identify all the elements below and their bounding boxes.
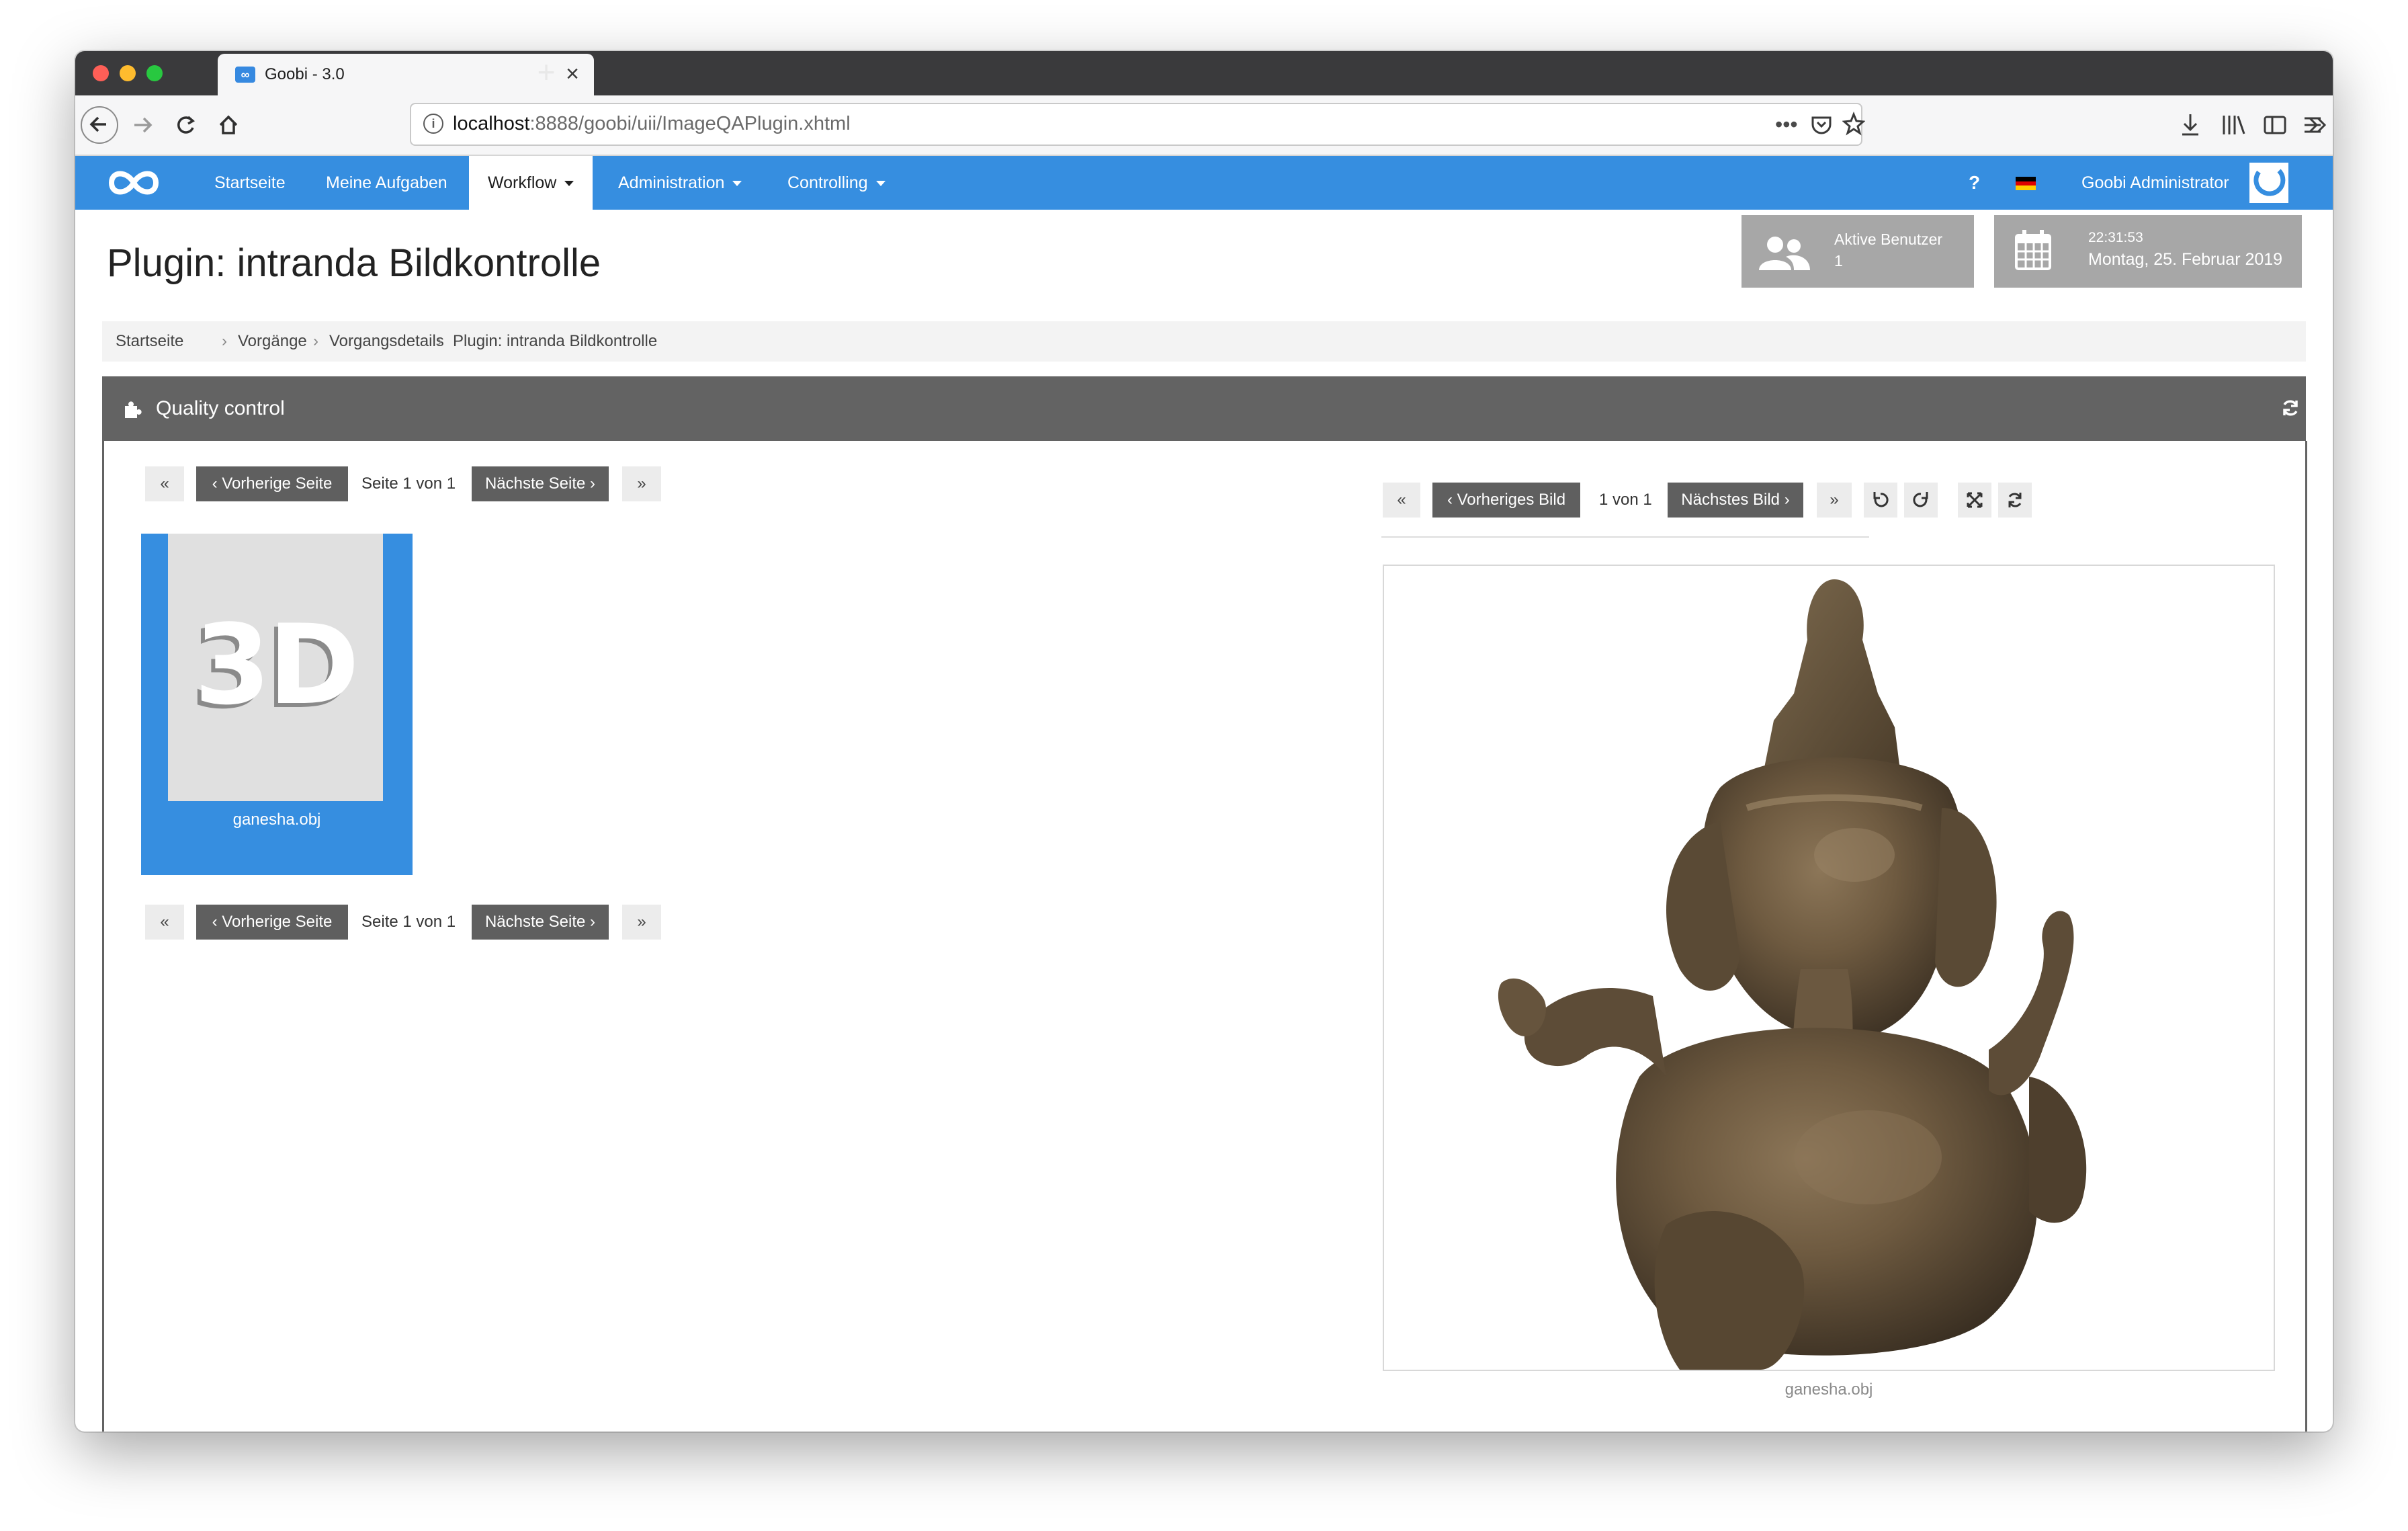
breadcrumb-vorgaenge[interactable]: Vorgänge [238, 321, 307, 362]
active-users-box[interactable]: Aktive Benutzer 1 [1742, 215, 1974, 288]
bookmark-star-icon[interactable] [1842, 110, 1866, 147]
next-page-button-bottom[interactable]: Nächste Seite › [472, 905, 609, 940]
previous-image-button[interactable]: ‹ Vorheriges Bild [1432, 483, 1580, 518]
nav-administration[interactable]: Administration [618, 156, 742, 210]
forward-button[interactable] [124, 106, 161, 144]
reload-icon [177, 116, 196, 134]
thumbnail-card[interactable]: 3D ganesha.obj [141, 534, 413, 875]
browser-toolbar: i localhost:8888/goobi/uii/ImageQAPlugin… [75, 95, 2333, 156]
thumbnail-filename: ganesha.obj [232, 811, 321, 829]
pocket-icon[interactable] [1810, 110, 1833, 147]
user-menu[interactable]: Goobi Administrator [2081, 156, 2229, 210]
tab-strip: ∞ Goobi - 3.0 × + [75, 51, 2333, 95]
sidebar-icon[interactable] [2262, 109, 2288, 150]
breadcrumb: Startseite › Vorgänge › Vorgangsdetails … [102, 321, 2306, 362]
rotate-right-button[interactable] [1904, 483, 1938, 518]
breadcrumb-separator-icon: › [313, 332, 318, 350]
last-page-button-bottom[interactable]: » [622, 905, 661, 940]
3d-badge-icon: 3D [194, 601, 359, 729]
page-title: Plugin: intranda Bildkontrolle [107, 241, 601, 285]
browser-window: ∞ Goobi - 3.0 × + i localhost:8888/goobi… [75, 51, 2333, 1432]
minimize-window-button[interactable] [120, 65, 136, 81]
nav-workflow[interactable]: Workflow [469, 156, 593, 210]
active-users-count: 1 [1834, 252, 1843, 270]
page-status: Seite 1 von 1 [361, 474, 456, 493]
last-page-button[interactable]: » [622, 466, 661, 501]
breadcrumb-vorgangsdetails[interactable]: Vorgangsdetails [329, 321, 444, 362]
active-users-label: Aktive Benutzer [1834, 231, 1943, 248]
breadcrumb-startseite[interactable]: Startseite [116, 321, 183, 362]
library-icon[interactable] [2220, 109, 2247, 150]
next-image-button[interactable]: Nächstes Bild › [1668, 483, 1803, 518]
chevron-down-icon [732, 181, 742, 187]
app-navbar: Startseite Meine Aufgaben Workflow Admin… [75, 156, 2333, 210]
url-path: :8888/goobi/uii/ImageQAPlugin.xhtml [529, 113, 851, 134]
user-avatar-icon [2251, 164, 2287, 202]
avatar[interactable] [2249, 163, 2288, 203]
page-actions-icon[interactable]: ••• [1775, 110, 1798, 139]
breadcrumb-separator-icon: › [222, 332, 227, 350]
quality-control-panel-header: Quality control [102, 376, 2306, 441]
url-host: localhost [453, 113, 530, 134]
close-window-button[interactable] [93, 65, 109, 81]
arrow-right-icon [134, 117, 153, 133]
first-page-button-bottom[interactable]: « [145, 905, 184, 940]
nav-controlling-label: Controlling [787, 173, 868, 192]
back-button[interactable] [81, 106, 118, 144]
url-text[interactable]: localhost:8888/goobi/uii/ImageQAPlugin.x… [453, 113, 851, 135]
zoom-window-button[interactable] [146, 65, 163, 81]
viewer-divider [1381, 536, 1869, 538]
last-image-button[interactable]: » [1817, 483, 1852, 518]
breadcrumb-current: Plugin: intranda Bildkontrolle [453, 332, 658, 350]
refresh-icon[interactable] [2280, 398, 2300, 418]
clock-box: 22:31:53 Montag, 25. Februar 2019 [1994, 215, 2302, 288]
home-button[interactable] [210, 106, 247, 144]
panel-title: Quality control [156, 397, 285, 419]
new-tab-button[interactable]: + [523, 51, 570, 95]
arrow-left-icon [89, 116, 106, 132]
clock-time: 22:31:53 [2088, 230, 2143, 245]
thumbnail-image: 3D [168, 534, 383, 801]
tab-title: Goobi - 3.0 [265, 65, 345, 83]
german-flag-icon[interactable] [2016, 177, 2036, 190]
nav-administration-label: Administration [618, 173, 725, 192]
goobi-favicon-icon: ∞ [235, 67, 255, 83]
info-icon[interactable]: i [423, 114, 443, 134]
nav-startseite[interactable]: Startseite [214, 156, 286, 210]
nav-meine-aufgaben[interactable]: Meine Aufgaben [326, 156, 447, 210]
first-image-button[interactable]: « [1383, 483, 1420, 518]
users-icon [1759, 237, 1810, 270]
chevron-down-icon [875, 181, 886, 187]
goobi-logo-icon[interactable] [103, 163, 164, 203]
downloads-icon[interactable] [2178, 109, 2202, 150]
first-page-button[interactable]: « [145, 466, 184, 501]
rotate-right-icon [1913, 492, 1928, 507]
previous-page-button[interactable]: ‹ Vorherige Seite [196, 466, 348, 501]
3d-model-viewer[interactable] [1383, 565, 2275, 1371]
image-status: 1 von 1 [1599, 491, 1652, 509]
reset-view-button[interactable] [1998, 483, 2032, 518]
expand-icon [1967, 492, 1983, 508]
refresh-icon [2008, 493, 2022, 507]
fullscreen-button[interactable] [1958, 483, 1991, 518]
help-button[interactable]: ? [1969, 156, 1980, 210]
previous-page-button-bottom[interactable]: ‹ Vorherige Seite [196, 905, 348, 940]
address-bar[interactable]: i localhost:8888/goobi/uii/ImageQAPlugin… [410, 103, 1866, 147]
app-menu-icon[interactable] [2299, 109, 2326, 150]
reload-button[interactable] [167, 106, 204, 144]
nav-controlling[interactable]: Controlling [787, 156, 886, 210]
puzzle-icon [125, 401, 142, 418]
clock-date: Montag, 25. Februar 2019 [2088, 250, 2283, 269]
home-icon [219, 115, 238, 134]
rotate-left-icon [1873, 492, 1889, 507]
next-page-button[interactable]: Nächste Seite › [472, 466, 609, 501]
calendar-icon [2015, 230, 2051, 270]
viewer-caption: ganesha.obj [1784, 1380, 1873, 1399]
ganesha-statue-image[interactable] [1384, 566, 2274, 1370]
page-status-bottom: Seite 1 von 1 [361, 913, 456, 931]
nav-workflow-label: Workflow [488, 173, 557, 192]
chevron-down-icon [564, 181, 574, 187]
rotate-left-button[interactable] [1864, 483, 1897, 518]
breadcrumb-separator-icon: › [437, 332, 442, 350]
